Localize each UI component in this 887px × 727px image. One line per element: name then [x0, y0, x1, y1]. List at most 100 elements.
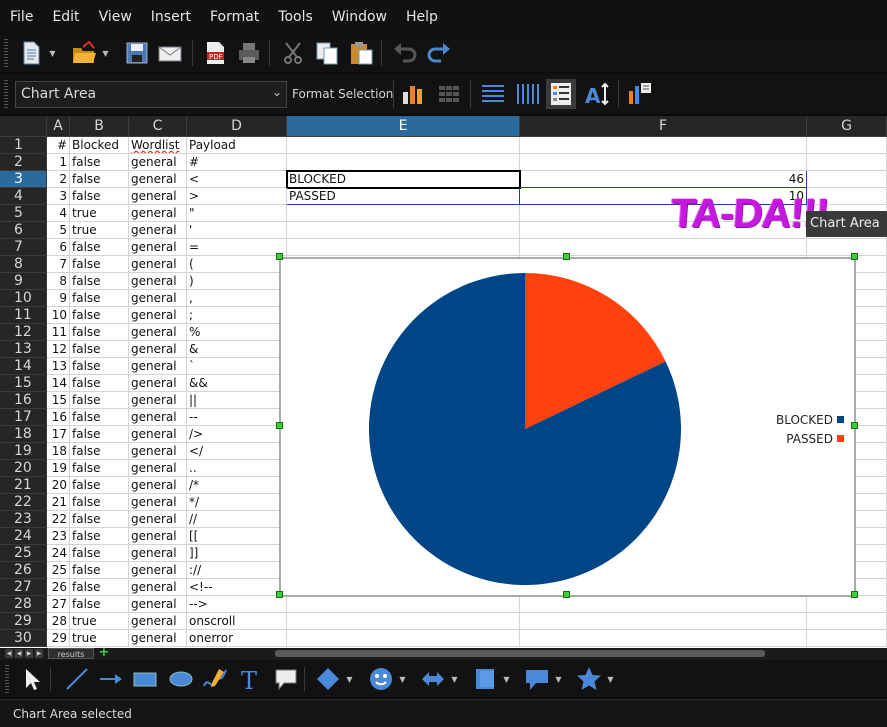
new-document-button[interactable]: [16, 38, 46, 68]
column-header-f[interactable]: F: [520, 116, 807, 137]
cell-a3[interactable]: 2: [47, 171, 70, 188]
cell-c10[interactable]: general: [129, 290, 187, 307]
cell-d15[interactable]: &&: [187, 375, 287, 392]
cell-b21[interactable]: false: [70, 477, 129, 494]
stars-button[interactable]: [574, 664, 604, 694]
cell-c24[interactable]: general: [129, 528, 187, 545]
horizontal-scrollbar[interactable]: [275, 650, 765, 657]
next-sheet-button[interactable]: ▶: [25, 649, 33, 658]
cell-g1[interactable]: [807, 137, 887, 154]
toolbar-grip[interactable]: [5, 665, 9, 693]
row-header-25[interactable]: 25: [0, 545, 47, 562]
cell-d20[interactable]: ..: [187, 460, 287, 477]
cell-d6[interactable]: ': [187, 222, 287, 239]
cell-b2[interactable]: false: [70, 154, 129, 171]
cell-b3[interactable]: false: [70, 171, 129, 188]
cell-a23[interactable]: 22: [47, 511, 70, 528]
cell-b4[interactable]: false: [70, 188, 129, 205]
copy-button[interactable]: [312, 38, 342, 68]
cell-g2[interactable]: [807, 154, 887, 171]
cell-c14[interactable]: general: [129, 358, 187, 375]
row-header-24[interactable]: 24: [0, 528, 47, 545]
export-pdf-button[interactable]: PDF: [200, 38, 230, 68]
cell-b17[interactable]: false: [70, 409, 129, 426]
chevron-down-icon[interactable]: ▼: [101, 38, 110, 68]
cell-d24[interactable]: [[: [187, 528, 287, 545]
cell-f30[interactable]: [520, 630, 807, 647]
cell-b5[interactable]: true: [70, 205, 129, 222]
cell-b24[interactable]: false: [70, 528, 129, 545]
chevron-down-icon[interactable]: ▼: [48, 38, 57, 68]
callouts-button[interactable]: [522, 664, 552, 694]
cell-c23[interactable]: general: [129, 511, 187, 528]
cell-d11[interactable]: ;: [187, 307, 287, 324]
cell-d25[interactable]: ]]: [187, 545, 287, 562]
cell-c6[interactable]: general: [129, 222, 187, 239]
cell-c11[interactable]: general: [129, 307, 187, 324]
cell-b6[interactable]: true: [70, 222, 129, 239]
cell-d18[interactable]: />: [187, 426, 287, 443]
cell-b25[interactable]: false: [70, 545, 129, 562]
scale-text-button[interactable]: A: [582, 79, 612, 109]
cell-a29[interactable]: 28: [47, 613, 70, 630]
menu-view[interactable]: View: [89, 0, 141, 34]
cell-d29[interactable]: onscroll: [187, 613, 287, 630]
toolbar-grip[interactable]: [4, 80, 8, 108]
cell-d13[interactable]: &: [187, 341, 287, 358]
cell-c21[interactable]: general: [129, 477, 187, 494]
cell-b27[interactable]: false: [70, 579, 129, 596]
cell-b16[interactable]: false: [70, 392, 129, 409]
cell-c25[interactable]: general: [129, 545, 187, 562]
cell-b14[interactable]: false: [70, 358, 129, 375]
cell-a28[interactable]: 27: [47, 596, 70, 613]
cell-c1[interactable]: Wordlist: [129, 137, 187, 154]
row-header-18[interactable]: 18: [0, 426, 47, 443]
cell-a26[interactable]: 25: [47, 562, 70, 579]
cell-a7[interactable]: 6: [47, 239, 70, 256]
cell-a13[interactable]: 12: [47, 341, 70, 358]
row-header-6[interactable]: 6: [0, 222, 47, 239]
cell-c12[interactable]: general: [129, 324, 187, 341]
cell-a2[interactable]: 1: [47, 154, 70, 171]
cell-d14[interactable]: `: [187, 358, 287, 375]
cell-d2[interactable]: #: [187, 154, 287, 171]
row-header-16[interactable]: 16: [0, 392, 47, 409]
cell-d9[interactable]: ): [187, 273, 287, 290]
first-sheet-button[interactable]: ◀: [5, 649, 13, 658]
cell-d26[interactable]: ://: [187, 562, 287, 579]
add-sheet-button[interactable]: +: [97, 646, 111, 659]
basic-shapes-button[interactable]: [313, 664, 343, 694]
last-sheet-button[interactable]: ▶: [35, 649, 43, 658]
row-header-14[interactable]: 14: [0, 358, 47, 375]
chevron-down-icon[interactable]: ▼: [606, 664, 615, 694]
data-table-button[interactable]: [434, 79, 464, 109]
cell-a11[interactable]: 10: [47, 307, 70, 324]
pie-chart[interactable]: BLOCKED PASSED: [281, 259, 854, 595]
cell-e29[interactable]: [287, 613, 520, 630]
cell-c18[interactable]: general: [129, 426, 187, 443]
row-header-26[interactable]: 26: [0, 562, 47, 579]
cell-a4[interactable]: 3: [47, 188, 70, 205]
cell-e6[interactable]: [287, 222, 520, 239]
cell-b20[interactable]: false: [70, 460, 129, 477]
cell-b19[interactable]: false: [70, 443, 129, 460]
cell-e4[interactable]: PASSED: [287, 188, 520, 205]
arrow-button[interactable]: [96, 664, 126, 694]
cell-a27[interactable]: 26: [47, 579, 70, 596]
cell-c15[interactable]: general: [129, 375, 187, 392]
cell-b15[interactable]: false: [70, 375, 129, 392]
format-selection-button[interactable]: Format Selection: [292, 87, 393, 101]
cell-f1[interactable]: [520, 137, 807, 154]
cell-c28[interactable]: general: [129, 596, 187, 613]
chevron-down-icon[interactable]: ▼: [502, 664, 511, 694]
cell-d30[interactable]: onerror: [187, 630, 287, 647]
cell-e5[interactable]: [287, 205, 520, 222]
column-header-c[interactable]: C: [129, 116, 187, 137]
cell-a21[interactable]: 20: [47, 477, 70, 494]
cell-a25[interactable]: 24: [47, 545, 70, 562]
menu-help[interactable]: Help: [396, 0, 447, 34]
cell-d27[interactable]: <!--: [187, 579, 287, 596]
cell-a20[interactable]: 19: [47, 460, 70, 477]
selection-handle[interactable]: [563, 253, 570, 260]
cell-d23[interactable]: //: [187, 511, 287, 528]
